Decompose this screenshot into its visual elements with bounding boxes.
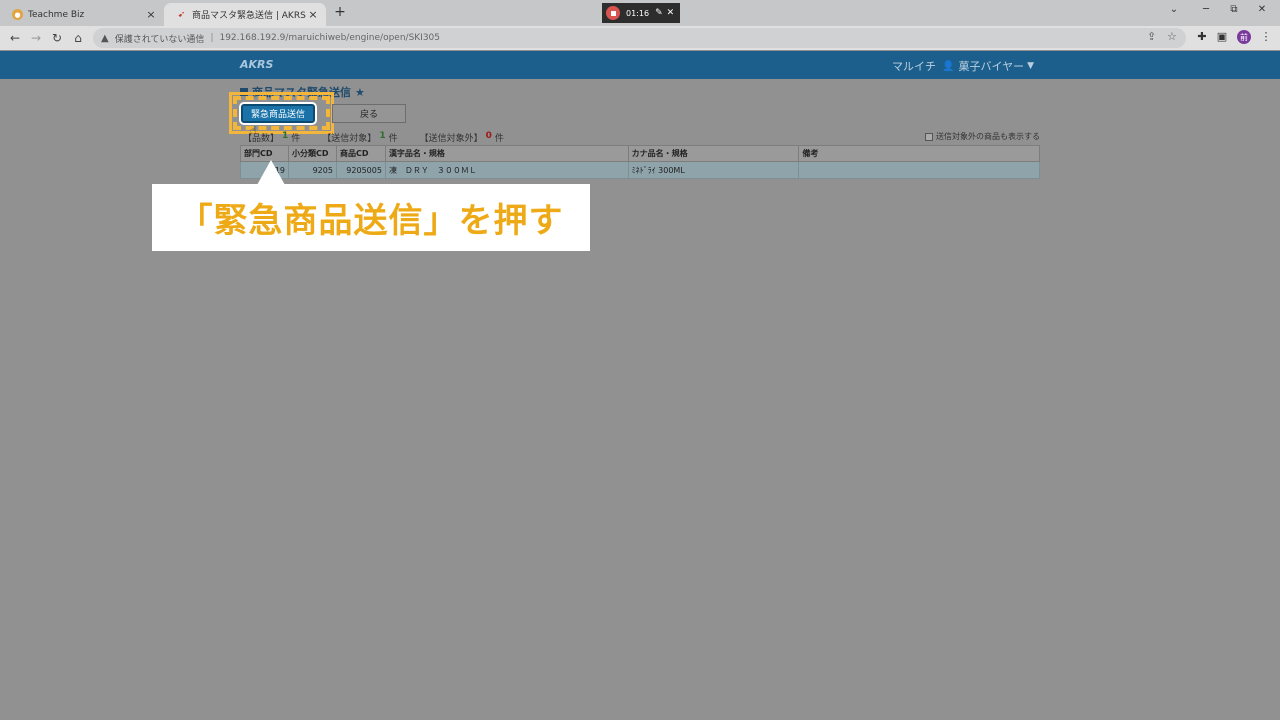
show-excluded-checkbox[interactable]	[925, 132, 933, 141]
side-panel-icon[interactable]: ▣	[1214, 30, 1230, 43]
user-name: 菓子バイヤー	[958, 60, 1025, 73]
tab-akrs[interactable]: ➹ 商品マスタ緊急送信 | AKRS ×	[164, 3, 326, 26]
items-label: 【品数】	[243, 134, 280, 144]
target-label: 【送信対象】	[322, 134, 377, 144]
user-menu[interactable]: 👤 菓子バイヤー ▼	[942, 58, 1034, 74]
table-cell: 凍 ＤＲＹ ３００ＭＬ	[384, 161, 629, 179]
target-unit: 件	[388, 134, 398, 144]
stop-recording-icon[interactable]	[606, 6, 620, 20]
new-tab-button[interactable]: +	[332, 4, 348, 20]
table-cell: 9205	[287, 161, 337, 179]
url-text[interactable]: 192.168.192.9/maruichiweb/engine/open/SK…	[219, 33, 440, 43]
tutorial-highlight-frame	[229, 92, 334, 134]
minimize-button[interactable]: ─	[1198, 4, 1214, 15]
company-name: マルイチ	[892, 60, 936, 73]
close-icon[interactable]: ✕	[667, 8, 675, 18]
table-header-row: 部門CD 小分類CD 商品CD 漢字品名・規格 カナ品名・規格 備考	[240, 145, 1040, 162]
tab-teachme-biz[interactable]: ● Teachme Biz ×	[0, 3, 164, 26]
home-button[interactable]: ⌂	[70, 30, 86, 46]
column-header[interactable]: カナ品名・規格	[627, 145, 800, 162]
restore-button[interactable]: ⧉	[1226, 4, 1242, 15]
teachme-favicon-icon: ●	[12, 9, 23, 20]
favorite-star-icon[interactable]: ★	[355, 86, 365, 99]
instruction-callout: 「緊急商品送信」を押す	[152, 184, 590, 251]
table-cell	[798, 161, 1040, 179]
callout-pointer	[257, 160, 285, 185]
tab-search-icon[interactable]: ⌄	[1166, 4, 1182, 15]
recording-time: 01:16	[626, 8, 650, 18]
table-cell: ﾐﾈﾄﾞﾗｲ 300ML	[627, 161, 800, 179]
excluded-label: 【送信対象外】	[419, 134, 483, 144]
address-separator: |	[210, 33, 214, 43]
reload-button[interactable]: ↻	[49, 30, 65, 46]
tab-title: Teachme Biz	[28, 9, 85, 20]
security-label: 保護されていない通信	[114, 34, 205, 45]
tab-title: 商品マスタ緊急送信 | AKRS	[192, 11, 306, 21]
warning-icon[interactable]: ▲	[101, 33, 109, 44]
back-page-button[interactable]: 戻る	[332, 104, 406, 123]
column-header[interactable]: 備考	[798, 145, 1040, 162]
items-unit: 件	[291, 134, 301, 144]
title-marker-icon	[240, 88, 248, 96]
count-summary: 【品数】 1 件 【送信対象】 1 件 【送信対象外】 0 件	[243, 131, 507, 144]
caret-down-icon: ▼	[1027, 61, 1035, 71]
hand-cursor-icon: ☝	[250, 124, 257, 137]
excluded-value: 0	[485, 131, 492, 141]
browser-toolbar: ← → ↻ ⌂ ▲ 保護されていない通信 | 192.168.192.9/mar…	[0, 26, 1280, 50]
recording-indicator: 01:16 ✎ ✕	[602, 3, 680, 23]
extensions-icon[interactable]: ✚	[1194, 30, 1210, 43]
bookmark-star-icon[interactable]: ☆	[1167, 30, 1177, 43]
share-icon[interactable]: ⇪	[1147, 30, 1156, 43]
column-header[interactable]: 商品CD	[335, 145, 386, 162]
tab-close-icon[interactable]: ×	[144, 8, 158, 21]
forward-button[interactable]: →	[28, 30, 44, 46]
target-value: 1	[379, 131, 386, 141]
browser-tab-bar: ● Teachme Biz × ➹ 商品マスタ緊急送信 | AKRS × + 0…	[0, 0, 1280, 26]
items-value: 1	[282, 131, 289, 141]
show-excluded-label: 送信対象外の商品も表示する	[936, 132, 1040, 141]
profile-avatar[interactable]: 前	[1237, 30, 1251, 44]
back-button[interactable]: ←	[7, 30, 23, 46]
address-bar[interactable]: ▲ 保護されていない通信 | 192.168.192.9/maruichiweb…	[93, 28, 1186, 48]
column-header[interactable]: 漢字品名・規格	[384, 145, 629, 162]
table-cell: 9205005	[335, 161, 386, 179]
excluded-unit: 件	[494, 134, 504, 144]
show-excluded-toggle[interactable]: 送信対象外の商品も表示する	[925, 131, 1040, 142]
app-header: AKRS マルイチ 👤 菓子バイヤー ▼	[0, 51, 1280, 79]
tab-close-icon[interactable]: ×	[306, 8, 320, 21]
akrs-favicon-icon: ➹	[177, 9, 186, 20]
table-row[interactable]: 19 9205 9205005 凍 ＤＲＹ ３００ＭＬ ﾐﾈﾄﾞﾗｲ 300ML	[240, 161, 1040, 179]
column-header[interactable]: 小分類CD	[287, 145, 337, 162]
menu-kebab-icon[interactable]: ⋮	[1258, 30, 1274, 43]
close-window-button[interactable]: ✕	[1254, 4, 1270, 15]
user-icon: 👤	[942, 60, 955, 72]
edit-icon[interactable]: ✎	[655, 8, 663, 18]
product-table: 部門CD 小分類CD 商品CD 漢字品名・規格 カナ品名・規格 備考 19 92…	[240, 145, 1040, 179]
app-logo[interactable]: AKRS	[240, 58, 273, 71]
